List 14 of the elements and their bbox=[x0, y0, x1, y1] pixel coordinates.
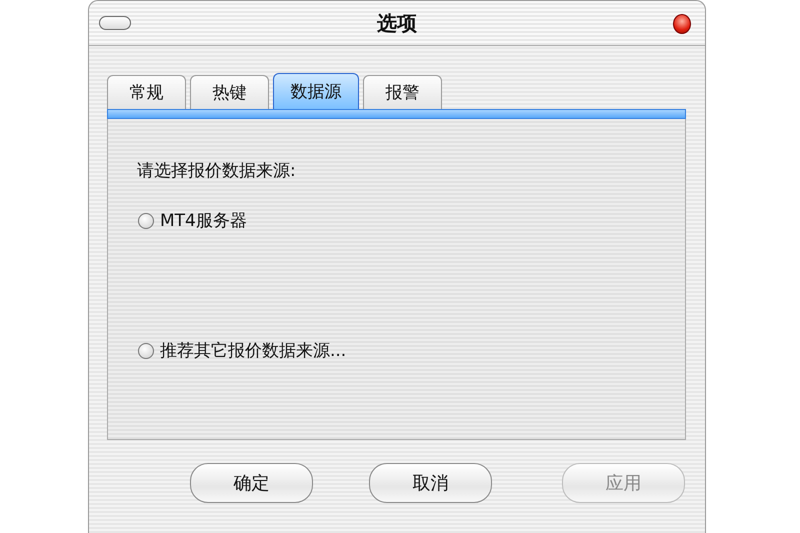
window-title: 选项 bbox=[377, 10, 417, 36]
tab[interactable]: 报警 bbox=[363, 75, 442, 109]
tab[interactable]: 数据源 bbox=[273, 73, 359, 109]
radio-button[interactable] bbox=[138, 342, 154, 358]
radio-label[interactable]: 推荐其它报价数据来源... bbox=[160, 339, 346, 362]
toolbar-toggle-icon[interactable] bbox=[99, 16, 131, 30]
tab[interactable]: 热键 bbox=[190, 75, 269, 109]
close-button[interactable] bbox=[673, 14, 691, 34]
dialog-button[interactable]: 确定 bbox=[190, 463, 313, 503]
radio-label[interactable]: MT4服务器 bbox=[160, 209, 247, 232]
prompt-label: 请选择报价数据来源: bbox=[137, 160, 296, 182]
radio-button[interactable] bbox=[138, 212, 154, 228]
tab[interactable]: 常规 bbox=[107, 75, 186, 109]
dialog-button[interactable]: 取消 bbox=[369, 463, 492, 503]
